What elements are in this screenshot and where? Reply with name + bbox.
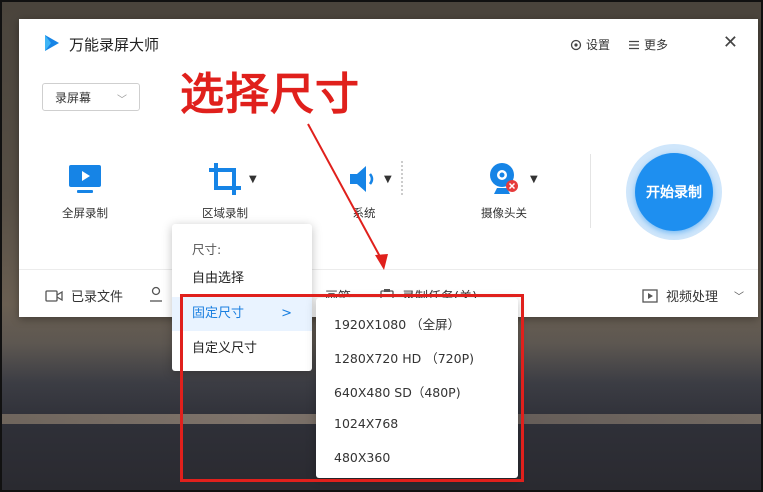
- desktop-background: 万能录屏大师 设置 更多 ✕ 录屏幕 ﹀ 全屏录制 区域录制 ▼ 系统 ▼ 摄像…: [0, 0, 763, 492]
- annotation-arrow: [307, 123, 388, 270]
